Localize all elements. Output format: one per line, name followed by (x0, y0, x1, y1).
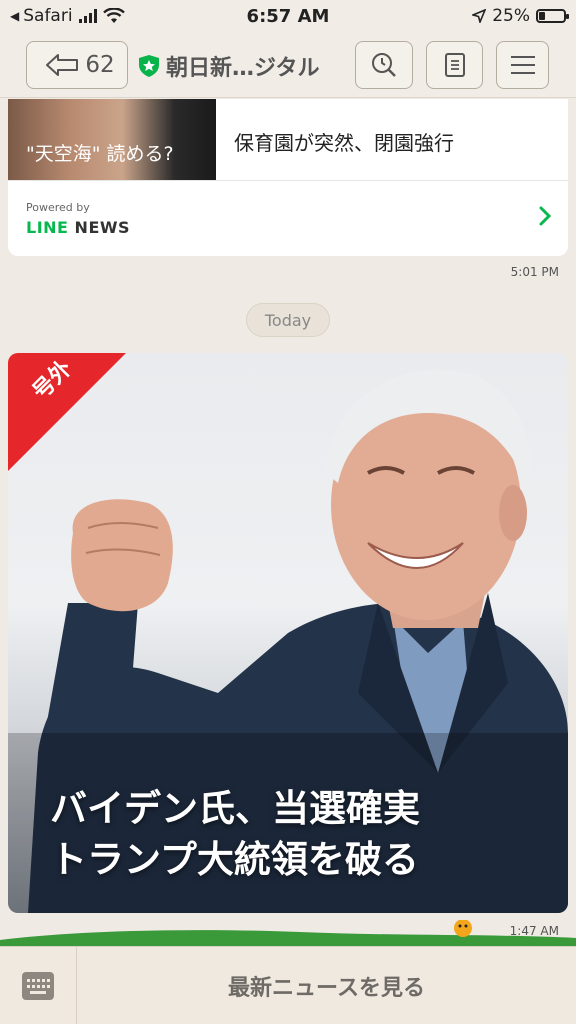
latest-news-button[interactable]: 最新ニュースを見る (77, 947, 576, 1024)
chat-header: 62 朝日新…ジタル (0, 32, 576, 98)
previous-news-card[interactable]: "天空海" 読める? 保育園が突然、閉園強行 Powered by LINE N… (8, 99, 568, 256)
line-news-logo: LINE NEWS (26, 218, 130, 237)
chat-title-text: 朝日新…ジタル (166, 56, 320, 81)
keyboard-icon (22, 972, 54, 1000)
line-news-logo-news: NEWS (74, 218, 131, 237)
message-time: 1:47 AM (509, 924, 559, 938)
hamburger-menu-icon (510, 56, 535, 74)
bottom-bar: 最新ニュースを見る (0, 946, 576, 1024)
battery-icon (536, 9, 569, 23)
date-divider: Today (246, 303, 330, 337)
chevron-right-icon[interactable] (538, 205, 552, 227)
battery-fill (539, 12, 545, 20)
unread-count: 62 (85, 52, 115, 78)
search-button[interactable] (355, 41, 413, 89)
news-headline: バイデン氏、当選確実 トランプ大統領を破る (50, 783, 420, 885)
search-icon (372, 53, 396, 77)
shield-star-icon (139, 55, 159, 77)
chat-title[interactable]: 朝日新…ジタル (138, 50, 320, 82)
line-news-logo-line: LINE (26, 218, 69, 237)
message-time: 5:01 PM (510, 265, 559, 279)
notes-button[interactable] (426, 41, 483, 89)
menu-button[interactable] (496, 41, 549, 89)
news-thumbnail[interactable]: "天空海" 読める? (8, 99, 216, 180)
keyboard-button[interactable] (0, 947, 77, 1024)
thumbnail-caption: "天空海" 読める? (26, 143, 174, 165)
document-icon (444, 53, 465, 77)
news-item-title[interactable]: 保育園が突然、閉園強行 (234, 127, 454, 156)
location-arrow-icon (472, 9, 487, 23)
status-bar: ◀ Safari 6:57 AM 25% (0, 0, 576, 32)
headline-line-2: トランプ大統領を破る (50, 838, 419, 881)
back-button[interactable]: 62 (26, 41, 128, 89)
powered-by-label: Powered by (26, 201, 90, 214)
breaking-news-card[interactable]: 号外 バイデン氏、当選確実 トランプ大統領を破る (8, 353, 568, 913)
decorative-green-wave (0, 920, 576, 946)
back-arrow-icon (46, 54, 79, 76)
status-right: 25% (472, 6, 569, 26)
battery-percent: 25% (492, 6, 530, 26)
divider (8, 180, 568, 181)
headline-line-1: バイデン氏、当選確実 (50, 787, 420, 830)
